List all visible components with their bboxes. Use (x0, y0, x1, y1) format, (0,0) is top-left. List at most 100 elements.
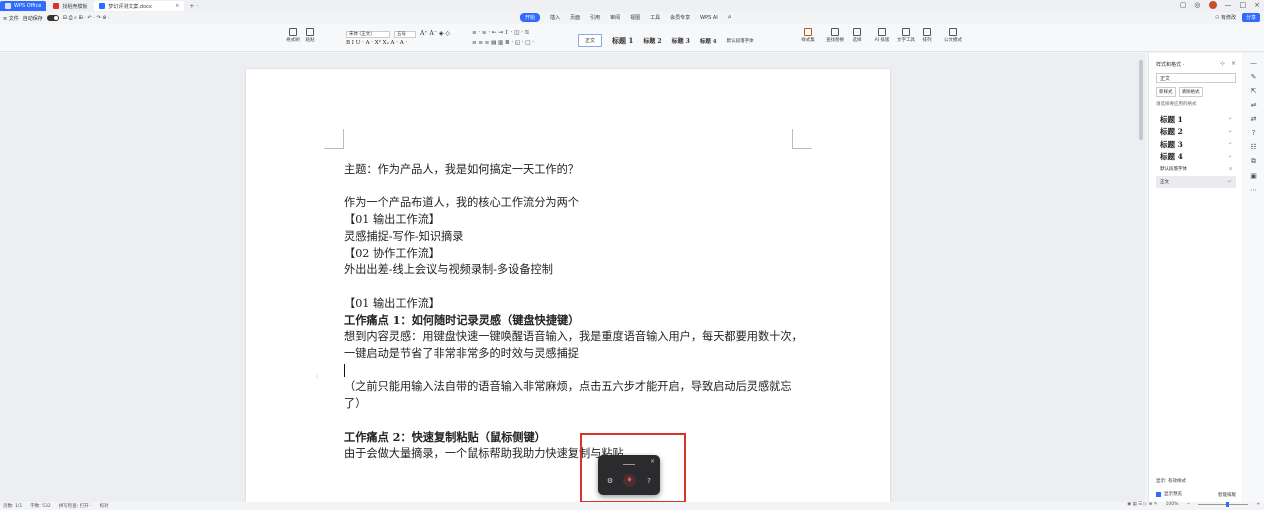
quick-access-icons[interactable]: ⊟ ⎙ ⌕ ⊞ · ↶ · ↷ ⊛ · (63, 15, 110, 21)
font-name-select[interactable]: 宋体 (正文) (346, 31, 390, 38)
document-line[interactable]: 【02 协作工作流】 (344, 246, 804, 263)
preview-checkbox[interactable] (1156, 491, 1161, 497)
word-count[interactable]: 字数: 532 (30, 503, 51, 509)
tab-view[interactable]: 视图 (630, 14, 640, 21)
document-line[interactable]: 想到内容灵感：用键盘快速一键唤醒语音输入，我是重度语音输入用户，每天都要用数十次… (344, 329, 804, 346)
zoom-level[interactable]: 100% (1166, 502, 1179, 507)
paste-button[interactable]: 粘贴 (303, 28, 317, 43)
skin-icon[interactable]: ◎ (1194, 1, 1200, 9)
style-heading-1[interactable]: 标题 1 (612, 36, 633, 46)
layout-icon[interactable]: ⇌ (1243, 101, 1264, 109)
style-list-item[interactable]: 标题 1 ↵ (1156, 113, 1236, 126)
tab-tools[interactable]: 工具 (650, 14, 660, 21)
view-mode-icons[interactable]: ◉ ▤ ☰ ▷ ⊕ ✎ (1127, 502, 1157, 507)
tab-template[interactable]: 找稻壳模板 (48, 1, 92, 11)
style-list-item[interactable]: 标题 4 ↵ (1156, 151, 1236, 164)
document-line[interactable]: 作为一个产品布道人，我的核心工作流分为两个 (344, 195, 804, 212)
spell-check[interactable]: 拼写检查: 打开 · (59, 503, 92, 509)
gear-icon[interactable]: ⚙ (605, 476, 615, 486)
tab-start[interactable]: 开始 (520, 13, 541, 22)
style-heading-4[interactable]: 标题 4 (700, 37, 717, 45)
font-size-tools[interactable]: A⁺ A⁻ ◈ ◇ (420, 30, 450, 37)
tab-reference[interactable]: 引用 (590, 14, 600, 21)
document-line[interactable]: 一键启动是节省了非常非常多的时效与灵感捕捉 (344, 346, 804, 363)
zoom-slider[interactable] (1198, 502, 1249, 507)
close-window-button[interactable]: × (1254, 1, 1260, 9)
format-painter-button[interactable]: 格式刷 (286, 28, 300, 43)
style-list-item[interactable]: 标题 2 ↵ (1156, 126, 1236, 139)
document-line[interactable]: 【01 输出工作流】 (344, 296, 804, 313)
avatar[interactable] (1208, 1, 1217, 9)
document-line[interactable]: 工作痛点 1：如何随时记录灵感（键盘快捷键） (344, 312, 804, 329)
document-scrollbar[interactable] (1139, 60, 1143, 140)
style-list-item[interactable]: 默认段落字体 a (1156, 163, 1236, 176)
document-line[interactable]: 工作痛点 2：快速复制粘贴（鼠标侧键） (344, 429, 804, 446)
drag-handle[interactable] (623, 464, 635, 465)
document-line[interactable]: 灵感捕捉-写作-知识摘录 (344, 229, 804, 246)
tab-review[interactable]: 审阅 (610, 14, 620, 21)
select-button[interactable]: 选择 (850, 28, 864, 43)
tab-member[interactable]: 会员专享 (670, 14, 690, 21)
document-line[interactable]: （之前只能用输入法自带的语音输入非常麻烦，点击五六步才能开启，导致启动后灵感就忘 (344, 379, 804, 396)
document-body[interactable]: 主题：作为产品人，我是如何搞定一天工作的？ 作为一个产品布道人，我的核心工作流分为… (344, 162, 804, 463)
blank-line[interactable] (344, 279, 804, 296)
tab-wps-office[interactable]: WPS Office (0, 1, 47, 11)
page-count[interactable]: 页数: 1/1 (3, 503, 22, 509)
pin-icon[interactable]: ⊹ (1220, 60, 1225, 67)
tab-wps-ai[interactable]: WPS AI (700, 15, 718, 21)
minimize-button[interactable]: — (1225, 1, 1232, 9)
style-list-item[interactable]: 正文 ↵ (1156, 175, 1236, 188)
arrange-button[interactable]: 排列 (920, 28, 934, 43)
share-button[interactable]: 分享 (1241, 13, 1260, 22)
document-line[interactable]: 主题：作为产品人，我是如何搞定一天工作的？ (344, 162, 804, 179)
smart-layout-button[interactable]: 智能排版 (1218, 492, 1236, 498)
ai-layout-button[interactable]: AI 排版 (872, 28, 892, 43)
paragraph-tools-2[interactable]: ≡ ≡ ≡ ▤ ▥ ≣ · ◱ · □ · (472, 40, 534, 46)
find-replace-button[interactable]: 查找替换 (824, 28, 846, 43)
style-normal[interactable]: 正文 (578, 34, 603, 47)
blank-line[interactable] (344, 413, 804, 430)
style-set-button[interactable]: 样式集 (798, 28, 818, 43)
document-line[interactable]: 【01 输出工作流】 (344, 212, 804, 229)
document-line[interactable]: 由于会做大量摘录，一个鼠标帮助我助力快速复制与粘贴 (344, 446, 804, 463)
style-list-item[interactable]: 标题 3 ↵ (1156, 138, 1236, 151)
close-panel-icon[interactable]: × (1231, 60, 1236, 67)
show-styles-select[interactable]: 显示: 有效样式 (1156, 478, 1186, 484)
autosave-toggle[interactable] (46, 15, 59, 21)
tab-insert[interactable]: 插入 (550, 14, 560, 21)
search-icon[interactable]: ⌕ (728, 13, 732, 22)
blank-line[interactable] (344, 179, 804, 196)
zoom-out-button[interactable]: − (1186, 502, 1190, 507)
close-icon[interactable]: × (650, 458, 655, 465)
proofread[interactable]: 校对 (100, 503, 109, 509)
new-tab-button[interactable]: + · (189, 3, 198, 10)
collapse-icon[interactable]: — (1243, 59, 1264, 67)
help-icon[interactable]: ? (644, 476, 654, 486)
current-style-select[interactable]: 正文 (1156, 73, 1236, 83)
cursor-line[interactable] (344, 362, 804, 379)
document-page[interactable]: ⁝ 主题：作为产品人，我是如何搞定一天工作的？ 作为一个产品布道人，我的核心工作流… (246, 69, 890, 502)
file-menu[interactable]: ≡ 文件 (3, 15, 19, 22)
review-icon[interactable]: ☷ (1243, 143, 1264, 151)
more-icon[interactable]: ⋯ (1243, 186, 1264, 194)
window-icon[interactable]: ▢ (1180, 1, 1187, 9)
official-doc-button[interactable]: 公文模式 (942, 28, 964, 43)
copy-icon[interactable]: ⧉ (1243, 157, 1264, 166)
style-heading-2[interactable]: 标题 2 (643, 36, 661, 45)
modified-indicator[interactable]: ⚇ 有修改 (1215, 14, 1236, 21)
close-tab-icon[interactable]: × (175, 3, 179, 9)
tab-page[interactable]: 页面 (570, 14, 580, 21)
translate-icon[interactable]: ⇄ (1243, 115, 1264, 123)
panel-title[interactable]: 样式和格式 · (1156, 61, 1184, 68)
text-format-tools[interactable]: B I U · A · X² X₂ A · A · (346, 40, 407, 46)
text-tools-button[interactable]: 文字工具 (895, 28, 917, 43)
image-icon[interactable]: ▣ (1243, 172, 1264, 180)
clear-format-button[interactable]: 清除格式 (1178, 87, 1203, 97)
maximize-button[interactable]: □ (1240, 1, 1247, 9)
microphone-icon[interactable]: ♦ (623, 474, 636, 487)
font-size-select[interactable]: 五号 (394, 31, 416, 38)
show-preview-option[interactable]: 显示预览 (1156, 491, 1182, 497)
document-line[interactable]: 了） (344, 396, 804, 413)
zoom-in-button[interactable]: + (1256, 502, 1260, 507)
document-line[interactable]: 外出出差-线上会议与视频录制-多设备控制 (344, 262, 804, 279)
